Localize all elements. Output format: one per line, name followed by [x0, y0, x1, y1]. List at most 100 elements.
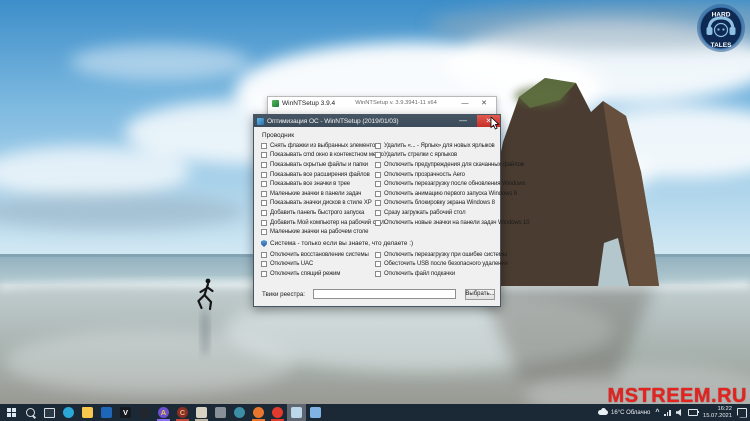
tweak-row[interactable]: Сразу загружать рабочий стол [375, 208, 497, 218]
tweak-label: Отключить UAC [270, 261, 313, 267]
notification-center-icon[interactable] [737, 408, 747, 418]
checkbox[interactable] [375, 143, 381, 149]
checkbox[interactable] [261, 261, 267, 267]
checkbox[interactable] [261, 229, 267, 235]
search-button[interactable] [21, 404, 40, 421]
task-view-button[interactable] [40, 404, 59, 421]
tweak-label: Показывать cmd окно в контекстном меню [270, 152, 384, 158]
checkbox[interactable] [375, 172, 381, 178]
registry-tweaks-row: Твики реестра: Выбрать... [262, 288, 495, 300]
volume-icon[interactable] [676, 409, 683, 416]
red-ring-app-icon [272, 407, 283, 418]
tweak-label: Маленькие значки в панели задач [270, 191, 361, 197]
tweak-row[interactable]: Показывать cmd окно в контекстном меню [261, 151, 375, 161]
tweak-row[interactable]: Добавить панель быстрого запуска [261, 208, 375, 218]
tweak-label: Сразу загружать рабочий стол [384, 210, 466, 216]
checkbox[interactable] [261, 172, 267, 178]
taskbar-app-red-ring-app[interactable] [268, 404, 287, 421]
taskbar-app-dark-circle-app[interactable] [135, 404, 154, 421]
close-icon[interactable]: ✕ [476, 99, 492, 107]
checkbox[interactable] [375, 271, 381, 277]
checkbox[interactable] [261, 220, 267, 226]
chevron-up-icon[interactable]: ^ [655, 409, 659, 417]
tweak-row[interactable]: Маленькие значки в панели задач [261, 189, 375, 199]
tweak-label: Отключить анимацию первого запуска Windo… [384, 191, 517, 197]
taskbar-app-pen-app[interactable] [211, 404, 230, 421]
taskbar-app-v-app[interactable]: V [116, 404, 135, 421]
dialog-body: Проводник Снять флажки из выбранных элем… [254, 127, 500, 308]
checkbox[interactable] [261, 191, 267, 197]
tweak-row[interactable]: Отключить перезагрузку после обновления … [375, 179, 497, 189]
minimize-icon[interactable]: — [457, 100, 473, 107]
dialog-app-icon [257, 118, 264, 125]
pen-app-icon [215, 407, 226, 418]
minimize-icon[interactable]: — [452, 116, 474, 126]
taskbar-app-folder-window[interactable] [306, 404, 325, 421]
checkbox[interactable] [375, 220, 381, 226]
cloud-icon [598, 410, 608, 415]
tweak-row[interactable]: Удалить «... - Ярлык» для новых ярлыков [375, 141, 497, 151]
tweak-row[interactable]: Удалить стрелки с ярлыков [375, 151, 497, 161]
battery-icon[interactable] [688, 409, 698, 416]
checkbox[interactable] [261, 271, 267, 277]
tweak-row[interactable]: Отключить восстановление системы [261, 250, 375, 260]
tweak-label: Отключить спящий режим [270, 271, 340, 277]
taskbar-app-edge-browser[interactable] [59, 404, 78, 421]
tweak-row[interactable]: Показывать скрытые файлы и папки [261, 160, 375, 170]
tweak-row[interactable]: Отключить блокировку экрана Windows 8 [375, 199, 497, 209]
tweak-row[interactable]: Обесточить USB после безопасного удалени… [375, 260, 497, 270]
start-button[interactable] [2, 404, 21, 421]
weather-widget[interactable]: 16°C Облачно [598, 410, 650, 416]
tweak-row[interactable]: Показывать значки дисков в стиле XP [261, 199, 375, 209]
tweak-label: Добавить Мой компьютер на рабочий стол [270, 220, 384, 226]
tweak-row[interactable]: Показывать все расширения файлов [261, 170, 375, 180]
checkbox[interactable] [375, 152, 381, 158]
taskbar-app-file-explorer[interactable] [78, 404, 97, 421]
checkbox[interactable] [375, 252, 381, 258]
checkbox[interactable] [375, 210, 381, 216]
tweak-row[interactable]: Отключить прозрачность Aero [375, 170, 497, 180]
registry-path-input[interactable] [313, 289, 456, 299]
checkbox[interactable] [261, 181, 267, 187]
logo-text-bottom: TALES [711, 42, 732, 49]
checkbox[interactable] [375, 191, 381, 197]
taskbar-app-red-c-app[interactable]: C [173, 404, 192, 421]
office-app-icon [101, 407, 112, 418]
checkbox[interactable] [375, 200, 381, 206]
tweak-row[interactable]: Отключить предупреждения для скачанных ф… [375, 160, 497, 170]
taskbar-app-office-app[interactable] [97, 404, 116, 421]
tweak-row[interactable]: Отключить новые значки на панели задач W… [375, 218, 497, 228]
taskbar-app-music-app[interactable]: A [154, 404, 173, 421]
checkbox[interactable] [261, 152, 267, 158]
browse-button[interactable]: Выбрать... [465, 289, 495, 300]
tweak-row[interactable]: Отключить перезагрузку при ошибке систем… [375, 250, 497, 260]
tweak-row[interactable]: Отключить анимацию первого запуска Windo… [375, 189, 497, 199]
taskbar-app-teal-app[interactable] [230, 404, 249, 421]
teal-app-icon [234, 407, 245, 418]
system-column-right: Отключить перезагрузку при ошибке систем… [375, 250, 497, 279]
dialog-titlebar[interactable]: Оптимизация ОС - WinNTSetup (2019/01/03)… [254, 115, 500, 127]
tweak-label: Показывать все расширения файлов [270, 172, 370, 178]
tweak-row[interactable]: Маленькие значки на рабочем столе [261, 227, 375, 237]
tweak-row[interactable]: Добавить Мой компьютер на рабочий стол [261, 218, 375, 228]
tweak-row[interactable]: Снять флажки из выбранных элементов [261, 141, 375, 151]
tweak-label: Отключить новые значки на панели задач W… [384, 220, 529, 226]
tweak-row[interactable]: Отключить спящий режим [261, 269, 375, 279]
checkbox[interactable] [261, 200, 267, 206]
checkbox[interactable] [261, 210, 267, 216]
tweak-row[interactable]: Отключить файл подкачки [375, 269, 497, 279]
tweak-label: Отключить блокировку экрана Windows 8 [384, 200, 495, 206]
taskbar-app-winntsetup-window[interactable] [287, 404, 306, 421]
checkbox[interactable] [375, 162, 381, 168]
network-icon[interactable] [664, 410, 671, 416]
checkbox[interactable] [261, 252, 267, 258]
tweak-row[interactable]: Отключить UAC [261, 260, 375, 270]
checkbox[interactable] [261, 143, 267, 149]
checkbox[interactable] [261, 162, 267, 168]
tweak-row[interactable]: Показывать все значки в трее [261, 179, 375, 189]
task-view-icon [44, 408, 55, 418]
checkbox[interactable] [375, 181, 381, 187]
checkbox[interactable] [375, 261, 381, 267]
taskbar-app-orange-ring-app[interactable] [249, 404, 268, 421]
taskbar-app-screenshot-app[interactable] [192, 404, 211, 421]
